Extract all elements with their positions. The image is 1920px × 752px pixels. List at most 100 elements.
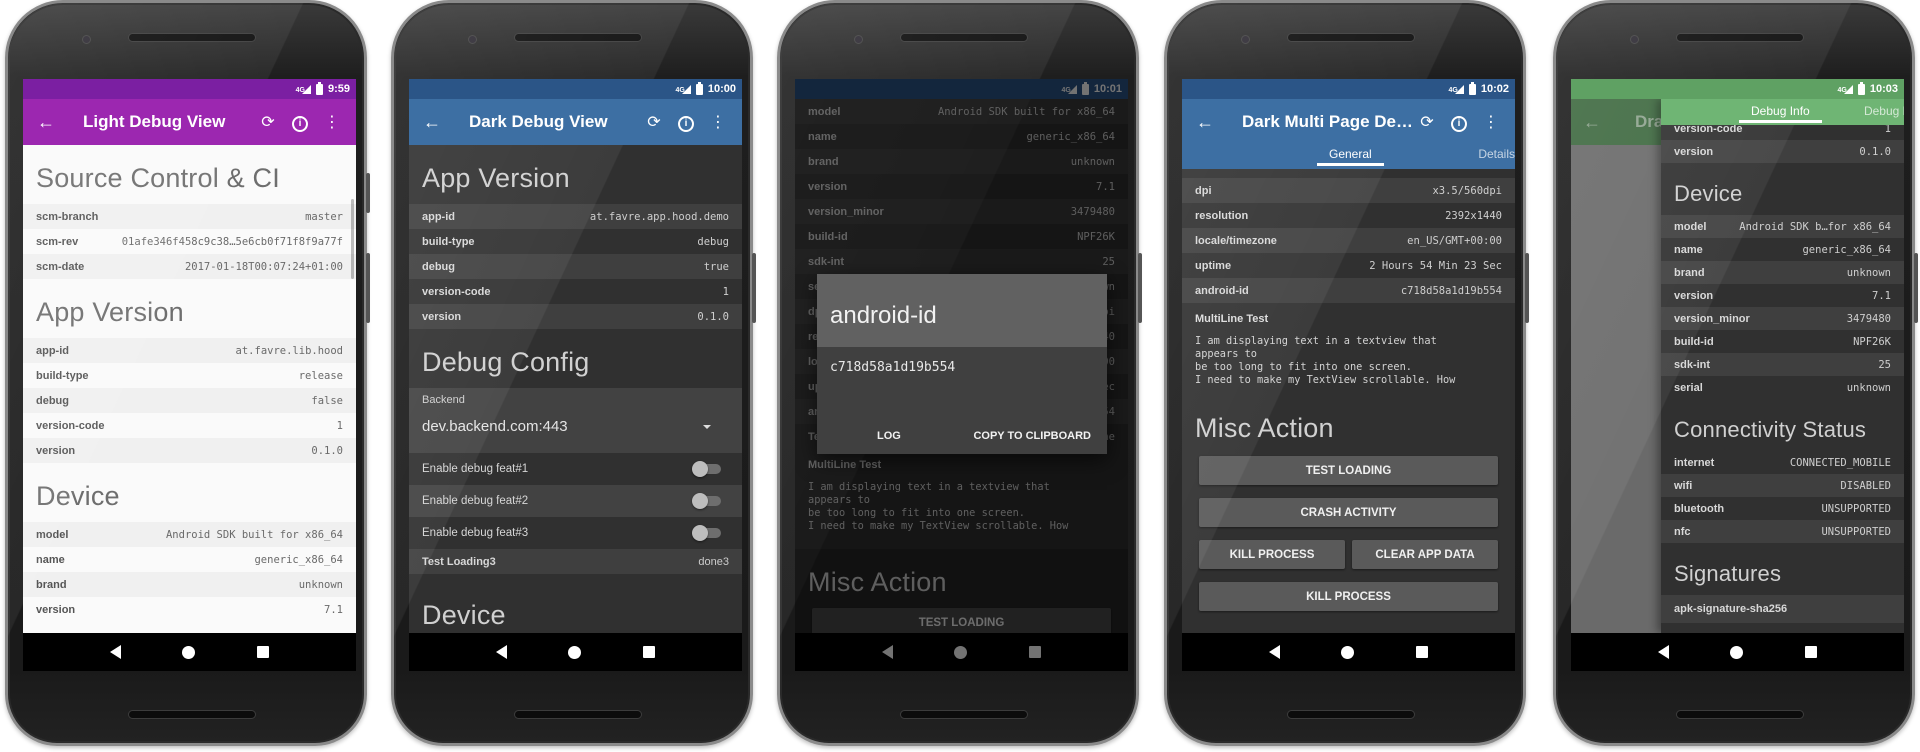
tab-debug-info[interactable]: Debug Info bbox=[1739, 104, 1822, 123]
switch-row[interactable]: Enable debug feat#2 bbox=[409, 485, 742, 517]
table-row[interactable]: resolution 2392x1440 bbox=[1182, 203, 1515, 228]
kill-process-button-2[interactable]: KILL PROCESS bbox=[1199, 582, 1498, 611]
log-button[interactable]: LOG bbox=[877, 430, 901, 442]
back-arrow-icon[interactable]: ← bbox=[31, 112, 61, 133]
test-loading-button[interactable]: TEST LOADING bbox=[1199, 456, 1498, 485]
nav-home-icon[interactable] bbox=[568, 645, 582, 659]
nav-home-icon[interactable] bbox=[1730, 645, 1744, 659]
info-icon[interactable]: i bbox=[284, 113, 316, 132]
table-row[interactable]: debug true bbox=[409, 254, 742, 279]
nav-back-icon[interactable] bbox=[1657, 645, 1669, 659]
table-row[interactable]: version 7.1 bbox=[1661, 284, 1904, 307]
toggle-switch[interactable] bbox=[692, 461, 721, 477]
kill-process-button[interactable]: KILL PROCESS bbox=[1199, 540, 1345, 569]
table-row[interactable]: brand unknown bbox=[23, 572, 356, 597]
table-row[interactable]: debug false bbox=[23, 388, 356, 413]
backend-label: Backend bbox=[422, 394, 465, 406]
table-row[interactable]: version 0.1.0 bbox=[23, 438, 356, 463]
nav-back-icon[interactable] bbox=[1268, 645, 1280, 659]
table-row[interactable]: wifi DISABLED bbox=[1661, 474, 1904, 497]
table-row[interactable]: version 0.1.0 bbox=[1661, 140, 1904, 163]
table-row[interactable]: bluetooth UNSUPPORTED bbox=[1661, 497, 1904, 520]
back-arrow-icon[interactable]: ← bbox=[417, 112, 447, 133]
toggle-switch[interactable] bbox=[692, 525, 721, 541]
navigation-bar bbox=[23, 633, 356, 671]
table-row[interactable]: apk-signature-sha256 bbox=[1661, 595, 1904, 623]
nav-back-icon[interactable] bbox=[495, 645, 507, 659]
switch-row[interactable]: Enable debug feat#3 bbox=[409, 517, 742, 549]
bottom-speaker bbox=[514, 710, 642, 719]
nav-home-icon[interactable] bbox=[182, 645, 196, 659]
table-row[interactable]: app-id at.favre.lib.hood bbox=[23, 338, 356, 363]
switch-label: Enable debug feat#1 bbox=[422, 463, 529, 475]
table-row[interactable]: android-id c718d58a1d19b554 bbox=[1182, 278, 1515, 303]
table-row[interactable]: version 7.1 bbox=[23, 597, 356, 622]
table-row[interactable]: build-id NPF26K bbox=[1661, 330, 1904, 353]
table-row[interactable]: version 0.1.0 bbox=[409, 304, 742, 329]
row-value: UNSUPPORTED bbox=[1821, 502, 1891, 515]
status-time: 10:03 bbox=[1869, 83, 1898, 95]
switch-row[interactable]: Enable debug feat#1 bbox=[409, 453, 742, 485]
table-row[interactable]: name generic_x86_64 bbox=[23, 547, 356, 572]
table-row[interactable]: nfc UNSUPPORTED bbox=[1661, 520, 1904, 543]
table-row[interactable]: scm-rev 01afe346f458c9c38…5e6cb0f71f8f9a7… bbox=[23, 229, 356, 254]
scrollbar[interactable] bbox=[351, 199, 354, 279]
table-row[interactable]: uptime 2 Hours 54 Min 23 Sec bbox=[1182, 253, 1515, 278]
nav-back-icon[interactable] bbox=[109, 645, 121, 659]
row-key: version bbox=[422, 310, 462, 323]
section-rows: app-id at.favre.lib.hood build-type releas… bbox=[23, 338, 356, 463]
table-row[interactable]: version-code 1 bbox=[23, 413, 356, 438]
phone-dialog-view: 4G 10:01 modelAndroid SDK built for x86_… bbox=[777, 0, 1142, 746]
crash-activity-button[interactable]: CRASH ACTIVITY bbox=[1199, 498, 1498, 527]
table-row[interactable]: locale/timezone en_US/GMT+00:00 bbox=[1182, 228, 1515, 253]
screen: 4G 10:01 modelAndroid SDK built for x86_… bbox=[795, 79, 1128, 671]
nav-recents-icon[interactable] bbox=[1805, 646, 1818, 658]
table-row[interactable]: scm-branch master bbox=[23, 204, 356, 229]
table-row[interactable]: app-id at.favre.app.hood.demo bbox=[409, 204, 742, 229]
table-row[interactable]: version_minor 3479480 bbox=[1661, 307, 1904, 330]
row-value: DISABLED bbox=[1840, 479, 1891, 492]
dialog-title: android-id bbox=[817, 274, 1107, 347]
table-row[interactable]: version-code 1 bbox=[409, 279, 742, 304]
more-vert-icon[interactable]: ⋮ bbox=[1475, 112, 1507, 132]
table-row[interactable]: build-type debug bbox=[409, 229, 742, 254]
more-vert-icon[interactable]: ⋮ bbox=[316, 112, 348, 132]
table-row[interactable]: build-type release bbox=[23, 363, 356, 388]
refresh-icon[interactable]: ⟳ bbox=[1411, 112, 1443, 132]
front-camera bbox=[1241, 35, 1250, 44]
table-row[interactable]: name generic_x86_64 bbox=[1661, 238, 1904, 261]
backend-select[interactable]: dev.backend.com:443 bbox=[422, 406, 729, 443]
test-loading-row[interactable]: Test Loading3 done3 bbox=[409, 549, 742, 574]
tab-details[interactable]: Details bbox=[1478, 147, 1515, 161]
refresh-icon[interactable]: ⟳ bbox=[638, 112, 670, 132]
nav-home-icon[interactable] bbox=[1341, 645, 1355, 659]
clear-app-data-button[interactable]: CLEAR APP DATA bbox=[1352, 540, 1498, 569]
tab-debug-features[interactable]: Debug F bbox=[1864, 104, 1904, 118]
table-row[interactable]: sdk-int 25 bbox=[1661, 353, 1904, 376]
row-key: app-id bbox=[422, 210, 455, 223]
table-row[interactable]: dpi x3.5/560dpi bbox=[1182, 178, 1515, 203]
table-row[interactable]: scm-date 2017-01-18T00:07:24+01:00 bbox=[23, 254, 356, 279]
nav-recents-icon[interactable] bbox=[257, 646, 270, 658]
tab-general[interactable]: General bbox=[1317, 147, 1384, 166]
earpiece-speaker bbox=[900, 33, 1028, 42]
back-arrow-icon[interactable]: ← bbox=[1190, 112, 1220, 133]
refresh-icon[interactable]: ⟳ bbox=[252, 112, 284, 132]
nav-recents-icon[interactable] bbox=[643, 646, 656, 658]
signal-icon: 4G bbox=[1838, 85, 1853, 94]
info-icon[interactable]: i bbox=[670, 113, 702, 132]
more-vert-icon[interactable]: ⋮ bbox=[702, 112, 734, 132]
table-row[interactable]: model Android SDK built for x86_64 bbox=[23, 522, 356, 547]
table-row[interactable]: serial unknown bbox=[1661, 376, 1904, 399]
table-row[interactable]: model Android SDK b…for x86_64 bbox=[1661, 215, 1904, 238]
toggle-switch[interactable] bbox=[692, 493, 721, 509]
table-row[interactable]: brand unknown bbox=[1661, 261, 1904, 284]
nav-recents-icon[interactable] bbox=[1416, 646, 1429, 658]
backend-spinner[interactable]: Backend dev.backend.com:443 bbox=[409, 388, 742, 453]
earpiece-speaker bbox=[128, 33, 256, 42]
table-row[interactable]: internet CONNECTED_MOBILE bbox=[1661, 451, 1904, 474]
app-title: Light Debug View bbox=[83, 112, 226, 131]
copy-to-clipboard-button[interactable]: COPY TO CLIPBOARD bbox=[973, 430, 1091, 442]
row-key: resolution bbox=[1195, 209, 1249, 222]
info-icon[interactable]: i bbox=[1443, 113, 1475, 132]
